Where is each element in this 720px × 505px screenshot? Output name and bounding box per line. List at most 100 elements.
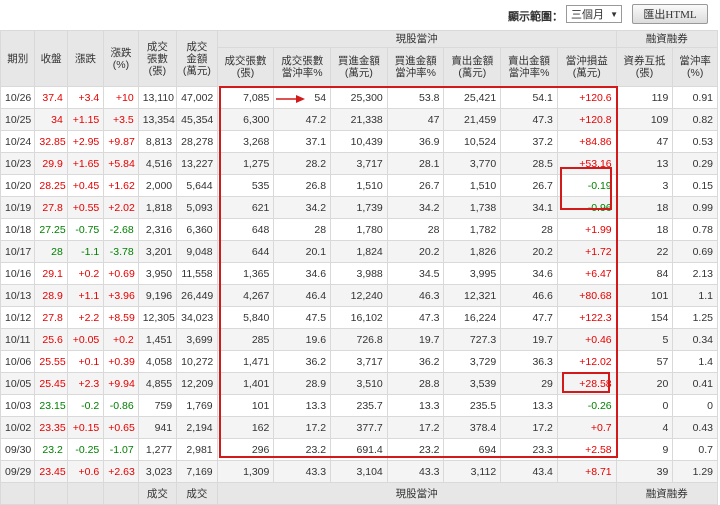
cell-date: 10/06: [0, 350, 36, 373]
cell-buy-amount: 3,988: [330, 262, 388, 285]
cell-amount: 2,981: [176, 438, 218, 461]
cell-offset: 57: [615, 350, 674, 373]
cell-change: -0.2: [66, 394, 105, 417]
col-close[interactable]: 收盤: [34, 30, 68, 87]
table-row[interactable]: 09/29 23.45 +0.6 +2.63 3,023 7,169 1,309 43.3 3,…: [0, 460, 718, 483]
cell-offset: 119: [615, 86, 674, 109]
table-row[interactable]: 10/13 28.9 +1.1 +3.96 9,196 26,449 4,267 46.4 12…: [0, 284, 718, 307]
col-offset-rate[interactable]: 當沖率 (%): [672, 47, 718, 87]
table-row[interactable]: 10/06 25.55 +0.1 +0.39 4,058 10,272 1,471 36.2 3…: [0, 350, 718, 373]
cell-date: 10/03: [0, 394, 36, 417]
cell-offset: 154: [615, 306, 674, 329]
cell-dt-volume-pct: 23.2: [273, 438, 332, 461]
cell-amount: 45,354: [176, 108, 218, 131]
table-row[interactable]: 10/18 27.25 -0.75 -2.68 2,316 6,360 648 28 1,780…: [0, 218, 718, 241]
table-row[interactable]: 10/24 32.85 +2.95 +9.87 8,813 28,278 3,268 37.1…: [0, 130, 718, 153]
cell-buy-amount: 235.7: [330, 394, 388, 417]
cell-sell-amount: 3,995: [443, 262, 502, 285]
table-row[interactable]: 10/12 27.8 +2.2 +8.59 12,305 34,023 5,840 47.5 1…: [0, 306, 718, 329]
table-row[interactable]: 10/16 29.1 +0.2 +0.69 3,950 11,558 1,365 34.6 3,…: [0, 262, 718, 285]
cell-dt-volume-pct: 28: [273, 218, 332, 241]
cell-volume: 2,000: [137, 174, 178, 197]
col-buy-pct-label: 買進金額 當沖率%: [394, 55, 437, 79]
col-amount[interactable]: 成交 金額 (萬元): [176, 30, 218, 87]
cell-close: 23.35: [34, 416, 68, 439]
cell-dt-volume: 1,309: [216, 460, 275, 483]
cell-buy-pct: 53.8: [386, 86, 445, 109]
cell-buy-pct: 36.2: [386, 350, 445, 373]
cell-close: 28: [34, 240, 68, 263]
col-change-pct[interactable]: 漲跌 (%): [103, 30, 139, 87]
table-row[interactable]: 10/17 28 -1.1 -3.78 3,201 9,048 644 20.1 1,824 20…: [0, 240, 718, 263]
cell-change-pct: -1.07: [103, 438, 139, 461]
cell-sell-pct: 54.1: [500, 86, 558, 109]
range-select[interactable]: 三個月 ▼: [566, 5, 622, 23]
cell-offset: 18: [615, 196, 674, 219]
cell-volume: 2,316: [137, 218, 178, 241]
col-change[interactable]: 漲跌: [66, 30, 105, 87]
cell-date: 10/05: [0, 372, 36, 395]
cell-dt-volume-pct: 46.4: [273, 284, 332, 307]
cell-sell-amount: 694: [443, 438, 502, 461]
export-html-button[interactable]: 匯出HTML: [632, 4, 708, 24]
col-date[interactable]: 期別: [0, 30, 36, 87]
cell-date: 10/12: [0, 306, 36, 329]
table-row[interactable]: 10/20 28.25 +0.45 +1.62 2,000 5,644 535 26.8 1,5…: [0, 174, 718, 197]
cell-change: -0.25: [66, 438, 105, 461]
cell-offset-rate: 0.91: [672, 86, 718, 109]
cell-buy-amount: 1,780: [330, 218, 388, 241]
cell-pnl: +53.16: [556, 152, 617, 175]
cell-change-pct: +9.94: [103, 372, 139, 395]
cell-sell-pct: 28: [500, 218, 558, 241]
cell-sell-pct: 46.6: [500, 284, 558, 307]
col-sell-pct[interactable]: 賣出金額 當沖率%: [500, 47, 558, 87]
col-pnl[interactable]: 當沖損益 (萬元): [556, 47, 617, 87]
col-volume[interactable]: 成交 張數 (張): [137, 30, 178, 87]
col-offset[interactable]: 資券互抵 (張): [615, 47, 674, 87]
table-row[interactable]: 09/30 23.2 -0.25 -1.07 1,277 2,981 296 23.2 691.…: [0, 438, 718, 461]
cell-pnl: +1.99: [556, 218, 617, 241]
cell-close: 34: [34, 108, 68, 131]
footer-group-margin: 融資融券: [615, 482, 719, 505]
cell-volume: 8,813: [137, 130, 178, 153]
range-label: 顯示範圍：: [508, 11, 563, 23]
table-row[interactable]: 10/19 27.8 +0.55 +2.02 1,818 5,093 621 34.2 1,73…: [0, 196, 718, 219]
cell-offset-rate: 2.13: [672, 262, 718, 285]
cell-dt-volume: 3,268: [216, 130, 275, 153]
cell-amount: 34,023: [176, 306, 218, 329]
cell-buy-pct: 34.5: [386, 262, 445, 285]
col-dt-volume-pct[interactable]: 成交張數 當沖率%: [273, 47, 332, 87]
cell-offset-rate: 0.34: [672, 328, 718, 351]
table-row[interactable]: 10/03 23.15 -0.2 -0.86 759 1,769 101 13.3 235.7 1…: [0, 394, 718, 417]
cell-sell-amount: 3,770: [443, 152, 502, 175]
arrow-right-icon: [276, 95, 305, 103]
col-buy-amount[interactable]: 買進金額 (萬元): [330, 47, 388, 87]
cell-change: +2.95: [66, 130, 105, 153]
cell-pnl: +8.71: [556, 460, 617, 483]
col-buy-pct[interactable]: 買進金額 當沖率%: [386, 47, 445, 87]
table-row[interactable]: 10/02 23.35 +0.15 +0.65 941 2,194 162 17.2 377.7…: [0, 416, 718, 439]
cell-change: +3.4: [66, 86, 105, 109]
cell-date: 09/29: [0, 460, 36, 483]
cell-offset: 39: [615, 460, 674, 483]
table-row[interactable]: 10/26 37.4 +3.4 +10 13,110 47,002 7,085 54 25,30…: [0, 86, 718, 109]
cell-sell-amount: 12,321: [443, 284, 502, 307]
cell-pnl: +0.46: [556, 328, 617, 351]
cell-close: 23.45: [34, 460, 68, 483]
cell-close: 23.2: [34, 438, 68, 461]
col-sell-amount[interactable]: 賣出金額 (萬元): [443, 47, 502, 87]
cell-volume: 3,950: [137, 262, 178, 285]
cell-dt-volume-pct: 34.2: [273, 196, 332, 219]
cell-buy-amount: 726.8: [330, 328, 388, 351]
cell-pnl: +2.58: [556, 438, 617, 461]
cell-offset-rate: 0.69: [672, 240, 718, 263]
table-row[interactable]: 10/11 25.6 +0.05 +0.2 1,451 3,699 285 19.6 726.8…: [0, 328, 718, 351]
table-row[interactable]: 10/25 34 +1.15 +3.5 13,354 45,354 6,300 47.2 21,…: [0, 108, 718, 131]
col-dt-volume[interactable]: 成交張數 (張): [216, 47, 275, 87]
cell-amount: 10,272: [176, 350, 218, 373]
table-row[interactable]: 10/05 25.45 +2.3 +9.94 4,855 12,209 1,401 28.9 3…: [0, 372, 718, 395]
cell-buy-amount: 10,439: [330, 130, 388, 153]
cell-amount: 11,558: [176, 262, 218, 285]
cell-amount: 2,194: [176, 416, 218, 439]
table-row[interactable]: 10/23 29.9 +1.65 +5.84 4,516 13,227 1,275 28.2 3…: [0, 152, 718, 175]
